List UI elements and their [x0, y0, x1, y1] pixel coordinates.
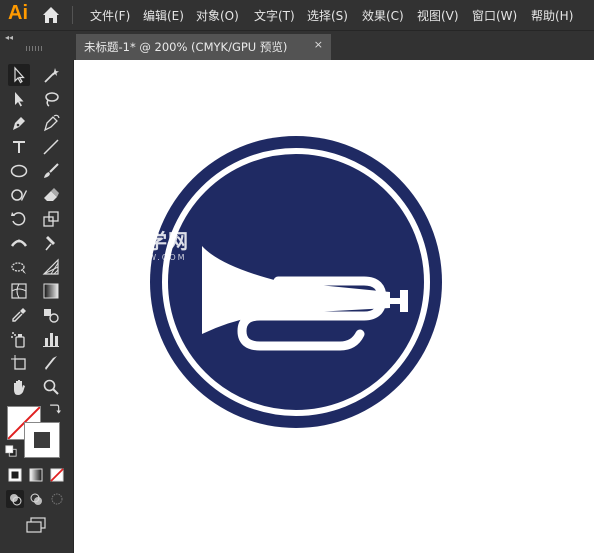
draw-normal-icon[interactable] [6, 490, 24, 508]
screen-mode-icon[interactable] [24, 514, 48, 536]
bugle-icon[interactable] [150, 136, 442, 428]
watermark-text: 软件自学网 [84, 229, 189, 253]
collapse-panel-button[interactable]: ◂◂ [5, 33, 13, 42]
symbol-sprayer-icon[interactable] [8, 328, 30, 350]
menu-effect[interactable]: 效果(C) [362, 7, 404, 24]
line-icon[interactable] [40, 136, 62, 158]
pen-icon[interactable] [8, 112, 30, 134]
lasso-icon[interactable] [40, 88, 62, 110]
default-colors-icon[interactable] [4, 444, 18, 458]
paintbrush-icon[interactable] [40, 160, 62, 182]
scale-icon[interactable] [40, 208, 62, 230]
draw-behind-icon[interactable] [27, 490, 45, 508]
rotate-icon[interactable] [8, 208, 30, 230]
document-tab[interactable]: 未标题-1* @ 200% (CMYK/GPU 预览) × [76, 34, 331, 60]
zoom-icon[interactable] [40, 376, 62, 398]
menu-help[interactable]: 帮助(H) [531, 7, 573, 24]
menu-window[interactable]: 窗口(W) [472, 7, 517, 24]
curvature-icon[interactable] [40, 112, 62, 134]
eraser-icon[interactable] [40, 184, 62, 206]
blend-icon[interactable] [40, 304, 62, 326]
perspective-grid-icon[interactable] [40, 256, 62, 278]
fill-color-icon[interactable] [6, 466, 24, 484]
hand-icon[interactable] [8, 376, 30, 398]
free-transform-icon[interactable] [8, 256, 30, 278]
document-tab-title: 未标题-1* @ 200% (CMYK/GPU 预览) [84, 40, 288, 54]
shaper-icon[interactable] [8, 184, 30, 206]
slice-icon[interactable] [40, 352, 62, 374]
gradient-icon[interactable] [40, 280, 62, 302]
draw-inside-icon[interactable] [48, 490, 66, 508]
type-icon[interactable] [8, 136, 30, 158]
menu-divider [72, 6, 73, 24]
menu-file[interactable]: 文件(F) [90, 7, 130, 24]
menu-select[interactable]: 选择(S) [307, 7, 348, 24]
puppet-warp-icon[interactable] [40, 232, 62, 254]
none-mode-icon[interactable] [48, 466, 66, 484]
tools-panel [0, 46, 74, 553]
swap-icon[interactable] [46, 401, 62, 417]
artboard-icon[interactable] [8, 352, 30, 374]
mesh-icon[interactable] [8, 280, 30, 302]
eyedropper-icon[interactable] [8, 304, 30, 326]
selection-tool-icon[interactable] [8, 64, 30, 86]
gradient-mode-icon[interactable] [27, 466, 45, 484]
menu-type[interactable]: 文字(T) [254, 7, 295, 24]
stroke-swatch[interactable] [24, 422, 60, 458]
magic-wand-icon[interactable] [40, 64, 62, 86]
watermark-subtext: WWW.RJZXW.COM [88, 253, 187, 262]
artboard-canvas[interactable]: 软件自学网 WWW.RJZXW.COM [74, 60, 594, 553]
app-logo: Ai [8, 2, 28, 24]
close-tab-button[interactable]: × [314, 38, 323, 51]
menu-view[interactable]: 视图(V) [417, 7, 459, 24]
column-graph-icon[interactable] [40, 328, 62, 350]
ellipse-icon[interactable] [8, 160, 30, 182]
menu-object[interactable]: 对象(O) [196, 7, 239, 24]
direct-selection-icon[interactable] [8, 88, 30, 110]
home-icon[interactable] [40, 4, 62, 26]
menu-edit[interactable]: 编辑(E) [143, 7, 184, 24]
toolbar-grip[interactable] [26, 46, 44, 51]
width-icon[interactable] [8, 232, 30, 254]
menu-bar: Ai 文件(F) 编辑(E) 对象(O) 文字(T) 选择(S) 效果(C) 视… [0, 0, 594, 30]
